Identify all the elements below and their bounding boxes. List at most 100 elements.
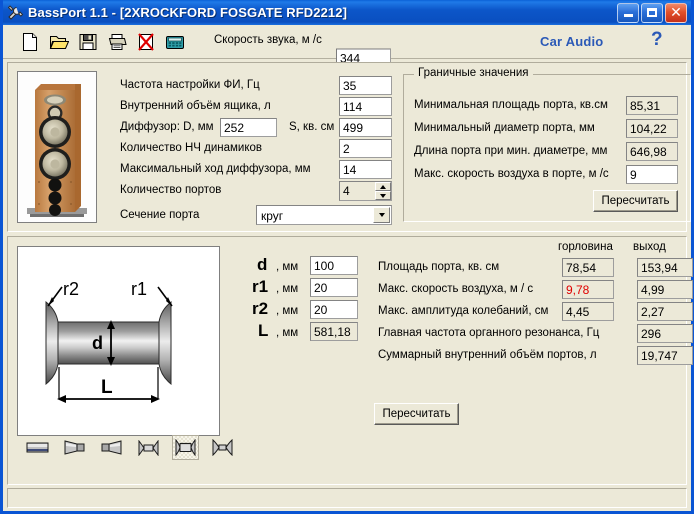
port-shape-toolbar [24,435,236,460]
label-tuning-frequency: Частота настройки ФИ, Гц [120,79,260,91]
value-max-amplitude-outlet: 2,27 [637,302,693,321]
value-port-area-outlet: 153,94 [637,258,693,277]
field-diffuser-d[interactable]: 252 [220,118,277,137]
open-folder-icon[interactable] [49,32,69,52]
dropdown-arrow-button[interactable] [373,207,390,223]
value-organ-resonance: 296 [637,324,693,343]
status-bar [7,488,687,508]
label-total-port-volume: Суммарный внутренний объём портов, л [378,349,597,361]
help-button[interactable]: ? [651,29,663,51]
loudspeaker-image [18,72,96,222]
maximize-icon [647,8,657,17]
unit-L: , мм [276,327,299,339]
chevron-down-icon [380,193,386,198]
label-diffuser-s: S, кв. см [289,121,335,133]
field-internal-volume[interactable]: 114 [339,97,392,116]
label-max-amplitude: Макс. амплитуда колебаний, см [378,305,549,317]
value-port-area-throat: 78,54 [562,258,614,277]
window-title: BassPort 1.1 - [2XROCKFORD FOSGATE RFD22… [28,5,348,20]
chevron-up-icon [380,184,386,189]
dropdown-port-section-value: круг [261,209,284,223]
close-button[interactable]: ✕ [665,2,687,23]
spinner-down-button[interactable] [375,191,391,200]
label-max-air-velocity: Макс. скорость воздуха, м / с [378,283,534,295]
field-diffuser-s[interactable]: 499 [339,118,392,137]
main-toolbar: Скорость звука, м /с Car Audio ? [3,25,691,68]
recalculate-limits-button[interactable]: Пересчитать [593,190,678,212]
shape-cone-right-icon[interactable] [98,435,125,460]
save-floppy-icon[interactable] [78,32,98,52]
symbol-L: L [258,321,269,340]
limit-values-title: Граничные значения [414,67,533,79]
input-r1[interactable]: 20 [310,278,358,297]
shape-cone-left-icon[interactable] [61,435,88,460]
delete-red-x-icon[interactable] [136,32,156,52]
minimize-icon [623,14,633,17]
label-port-area: Площадь порта, кв. см [378,261,500,273]
value-port-length-min-d: 646,98 [626,142,678,161]
dropdown-port-section[interactable]: круг [256,205,392,225]
diagram-frame: r2 r1 d L [17,246,220,436]
spinner-port-count[interactable]: 4 [339,181,392,201]
label-max-air-speed: Макс. скорость воздуха в порте, м /с [414,168,609,180]
column-header-outlet: выход [633,241,666,253]
sound-speed-label: Скорость звука, м /с [214,34,322,46]
recalculate-port-button[interactable]: Пересчитать [374,403,459,425]
spinner-up-button[interactable] [375,182,391,191]
title-bar: BassPort 1.1 - [2XROCKFORD FOSGATE RFD22… [3,0,691,25]
label-max-excursion: Максимальный ход диффузора, мм [120,163,311,175]
label-organ-resonance: Главная частота органного резонанса, Гц [378,327,600,339]
value-max-air-velocity-throat: 9,78 [562,280,614,299]
input-d[interactable]: 100 [310,256,358,275]
value-max-air-speed[interactable]: 9 [626,165,678,184]
window-controls: ✕ [617,2,687,23]
label-port-count: Количество портов [120,184,222,196]
print-icon[interactable] [107,32,127,52]
diagram-label-r1: r1 [131,279,147,299]
application-window: BassPort 1.1 - [2XROCKFORD FOSGATE RFD22… [0,0,694,514]
maximize-button[interactable] [641,2,663,23]
label-port-length-min-d: Длина порта при мин. диаметре, мм [414,145,608,157]
value-max-amplitude-throat: 4,45 [562,302,614,321]
diagram-label-L: L [101,377,113,398]
field-tuning-frequency[interactable]: 35 [339,76,392,95]
diagram-label-d: d [92,333,103,353]
label-min-port-diameter: Минимальный диаметр порта, мм [414,122,595,134]
unit-r1: , мм [276,283,299,295]
unit-d: , мм [276,261,299,273]
port-calculation-panel: r2 r1 d L d , мм r1 , мм r2 , мм L , мм … [7,236,693,485]
shape-double-flare-icon[interactable] [135,435,162,460]
shape-hourglass-icon[interactable] [209,435,236,460]
minimize-button[interactable] [617,2,639,23]
input-r2[interactable]: 20 [310,300,358,319]
field-driver-count[interactable]: 2 [339,139,392,158]
spinner-buttons [375,182,391,200]
limit-values-group: Граничные значения Минимальная площадь п… [403,67,691,222]
wrench-screwdriver-icon [7,5,24,20]
value-min-port-diameter: 104,22 [626,119,678,138]
label-internal-volume: Внутренний объём ящика, л [120,100,271,112]
close-icon: ✕ [670,4,682,20]
new-document-icon[interactable] [20,32,40,52]
chevron-down-icon [378,213,385,217]
value-min-port-area: 85,31 [626,96,678,115]
symbol-d: d [257,255,268,274]
calculator-icon[interactable] [165,32,185,52]
label-driver-count: Количество НЧ динамиков [120,142,262,154]
symbol-r1: r1 [252,277,269,296]
brand-link[interactable]: Car Audio [540,34,603,49]
value-max-air-velocity-outlet: 4,99 [637,280,693,299]
toolbar-icon-group [20,32,185,52]
value-total-port-volume: 19,747 [637,346,693,365]
symbol-r2: r2 [252,299,269,318]
unit-r2: , мм [276,305,299,317]
label-min-port-area: Минимальная площадь порта, кв.см [414,99,608,111]
shape-flared-both-icon[interactable] [172,435,199,460]
label-diffuser-d: Диффузор: D, мм [120,121,214,133]
spinner-port-count-value: 4 [343,184,350,198]
shape-straight-tube-icon[interactable] [24,435,51,460]
field-max-excursion[interactable]: 14 [339,160,392,179]
diagram-label-r2: r2 [63,279,79,299]
column-header-throat: горловина [558,241,613,253]
enclosure-parameters-panel: Частота настройки ФИ, Гц Внутренний объё… [7,62,691,232]
